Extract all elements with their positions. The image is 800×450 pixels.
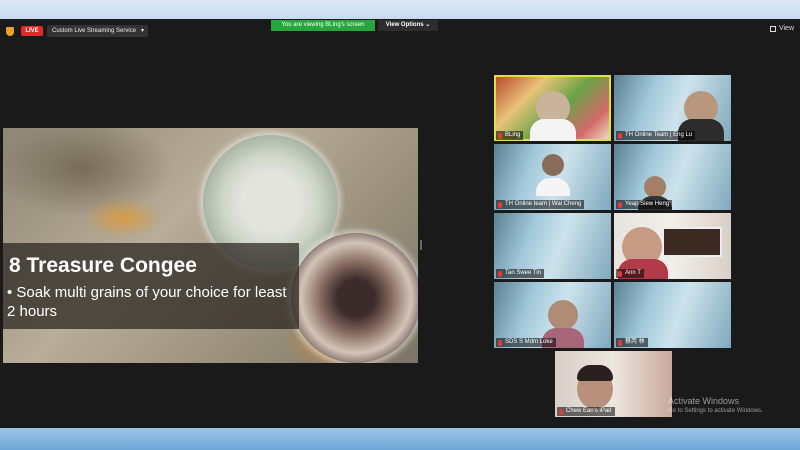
participant-hair (577, 365, 613, 381)
participant-name-tag: TH Online team | Wai Cheng (496, 200, 585, 209)
grid-icon (769, 25, 776, 32)
stream-service-label: Custom Live Streaming Service (52, 28, 137, 34)
participant-tile[interactable]: Yeap Siew Heng (614, 144, 731, 210)
mic-muted-icon (618, 339, 622, 346)
view-options-button[interactable]: View Options ⌄ (378, 20, 438, 31)
participant-name-tag: TH Online Team | Eng Lu (616, 131, 696, 140)
participant-name-tag: Tan Swee Tin (496, 269, 545, 278)
participant-name-tag: BLing (496, 131, 524, 140)
caret-down-icon: ▾ (140, 28, 144, 34)
view-label: View (778, 25, 794, 32)
slide-title: 8 Treasure Congee (9, 254, 197, 277)
mic-muted-icon (618, 270, 622, 277)
participant-tile[interactable]: Ann T (614, 213, 731, 279)
participant-tile[interactable]: TH Online Team | Eng Lu (614, 75, 731, 141)
watermark-subtitle: Go to Settings to activate Windows. (668, 408, 763, 414)
mic-muted-icon (618, 201, 622, 208)
participant-body (536, 178, 570, 196)
participant-tile[interactable]: 蔡芮 林 (614, 282, 731, 348)
participant-name-tag: Ann T (616, 269, 644, 278)
participant-tile[interactable]: Chew Ean's iPad (555, 351, 672, 417)
participant-name-tag: 蔡芮 林 (616, 338, 648, 347)
mic-muted-icon (498, 132, 502, 139)
participant-tile[interactable]: TH Online team | Wai Cheng (494, 144, 611, 210)
participant-avatar (644, 176, 666, 198)
mic-muted-icon (618, 132, 622, 139)
screen-top-band (0, 0, 800, 19)
slide-bullet: • Soak multi grains of your choice for l… (7, 284, 287, 320)
participant-name-tag: Chew Ean's iPad (557, 407, 615, 416)
taskbar (0, 428, 800, 450)
participant-avatar (548, 300, 578, 330)
mic-muted-icon (498, 270, 502, 277)
resize-handle[interactable] (420, 240, 422, 250)
mic-muted-icon (498, 339, 502, 346)
share-banner: You are viewing BLing's screen (271, 20, 375, 31)
mic-muted-icon (498, 201, 502, 208)
participant-avatar (542, 154, 564, 176)
participant-name-tag: Yeap Siew Heng (616, 200, 673, 209)
stream-service-dropdown[interactable]: Custom Live Streaming Service ▾ (47, 25, 148, 37)
windows-activation-watermark: Activate Windows Go to Settings to activ… (668, 396, 763, 414)
participant-tile[interactable]: Tan Swee Tin (494, 213, 611, 279)
participant-tile[interactable]: BLing (494, 75, 611, 141)
watermark-title: Activate Windows (668, 396, 740, 406)
wall-frame-image (662, 227, 722, 257)
view-button[interactable]: View (769, 25, 794, 32)
mic-muted-icon (559, 408, 563, 415)
participant-tile[interactable]: SDS S Mdm Loke (494, 282, 611, 348)
shared-screen[interactable]: 8 Treasure Congee • Soak multi grains of… (3, 128, 418, 363)
shield-icon[interactable] (6, 27, 14, 36)
participant-name-tag: SDS S Mdm Loke (496, 338, 556, 347)
live-badge[interactable]: LIVE (21, 26, 43, 36)
participant-body (530, 119, 576, 141)
grain-bowl-image (291, 233, 418, 363)
zoom-window: LIVE Custom Live Streaming Service ▾ You… (0, 19, 800, 428)
